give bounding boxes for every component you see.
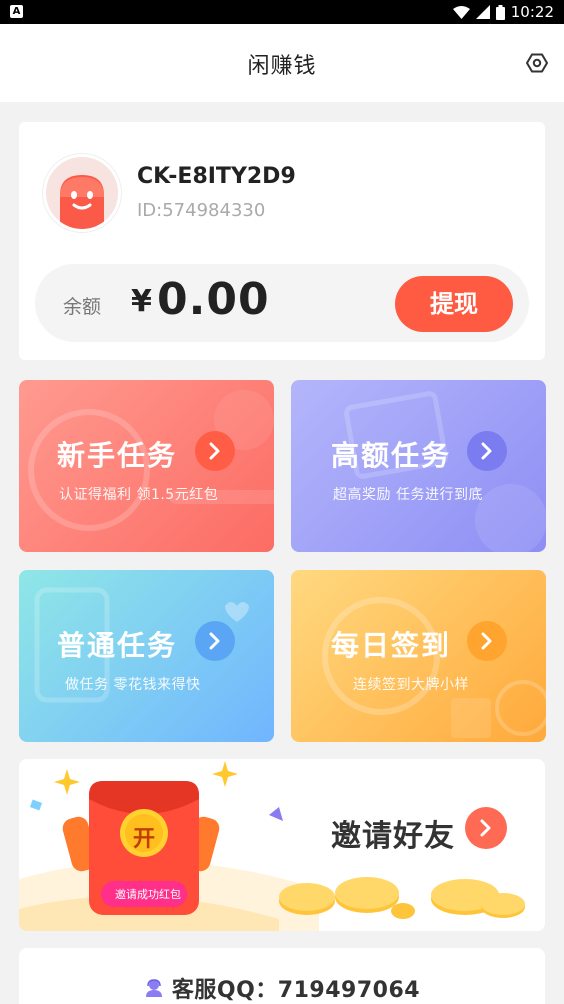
withdraw-button[interactable]: 提现 [395, 276, 513, 332]
task-title: 每日签到 [331, 629, 452, 662]
balance-box: 余额 ¥ 0.00 提现 [35, 264, 529, 342]
task-subtitle: 超高奖励 任务进行到底 [333, 487, 483, 503]
currency-symbol: ¥ [131, 284, 152, 319]
task-subtitle: 认证得福利 领1.5元红包 [59, 487, 219, 503]
support-agent-icon [145, 979, 162, 997]
red-envelope-illustration-icon [19, 761, 525, 931]
task-card-high[interactable]: 高额任务 超高奖励 任务进行到底 [291, 380, 546, 552]
task-title: 普通任务 [57, 629, 178, 662]
battery-icon [495, 4, 505, 20]
signal-icon [475, 5, 490, 19]
invite-friends-banner[interactable]: 开 邀请成功红包 邀请好友 [19, 759, 545, 931]
task-subtitle: 做任务 零花钱来得快 [65, 677, 201, 693]
wifi-icon [452, 5, 470, 19]
avatar[interactable] [43, 154, 121, 232]
customer-service-card[interactable]: 客服QQ：719497064 [19, 948, 545, 1004]
task-card-newbie[interactable]: 新手任务 认证得福利 领1.5元红包 [19, 380, 274, 552]
chevron-right-icon [467, 431, 507, 471]
balance-label: 余额 [63, 296, 102, 318]
balance-amount: 0.00 [157, 274, 270, 325]
chevron-right-icon [195, 621, 235, 661]
task-title: 新手任务 [57, 439, 178, 472]
user-id: ID:574984330 [137, 200, 266, 221]
task-card-daily[interactable]: 每日签到 连续签到大牌小样 [291, 570, 546, 742]
customer-service-row: 客服QQ：719497064 [19, 972, 545, 1004]
app-notification-icon: A [10, 5, 23, 18]
status-right: 10:22 [452, 3, 554, 21]
app-header: 闲赚钱 [0, 24, 564, 102]
task-card-normal[interactable]: 普通任务 做任务 零花钱来得快 [19, 570, 274, 742]
invite-badge-text: 邀请成功红包 [115, 888, 181, 901]
user-card: CK-E8ITY2D9 ID:574984330 余额 ¥ 0.00 提现 [19, 122, 545, 360]
customer-service-qq: 客服QQ：719497064 [171, 978, 421, 1003]
task-subtitle: 连续签到大牌小样 [353, 677, 469, 693]
status-time: 10:22 [510, 3, 554, 21]
page-title: 闲赚钱 [247, 54, 317, 79]
avatar-face-icon [46, 157, 118, 229]
settings-button[interactable] [526, 52, 548, 74]
chevron-right-icon [465, 807, 507, 849]
chevron-right-icon [195, 431, 235, 471]
username: CK-E8ITY2D9 [137, 164, 296, 189]
chevron-right-icon [467, 621, 507, 661]
task-title: 高额任务 [331, 439, 452, 472]
status-bar: A 10:22 [0, 0, 564, 24]
envelope-open-char: 开 [133, 827, 156, 852]
invite-title: 邀请好友 [331, 819, 455, 854]
settings-icon [526, 53, 548, 73]
